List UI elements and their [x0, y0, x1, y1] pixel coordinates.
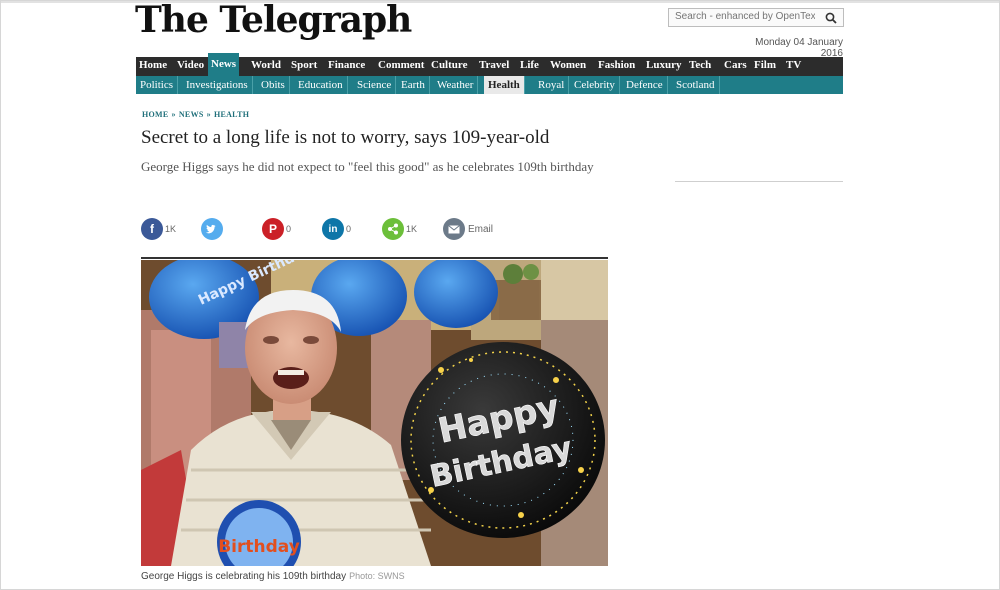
- nav-item-tv[interactable]: TV: [783, 57, 804, 76]
- nav-item-culture[interactable]: Culture: [428, 57, 470, 76]
- photo-top-rule: [141, 257, 608, 259]
- subnav-item-defence[interactable]: Defence: [622, 76, 668, 94]
- date-label: Monday 04 January 2016: [755, 37, 843, 59]
- photo-caption: George Higgs is celebrating his 109th bi…: [141, 571, 405, 582]
- search-icon[interactable]: [825, 12, 837, 24]
- nav-item-tech[interactable]: Tech: [686, 57, 714, 76]
- nav-item-home[interactable]: Home: [136, 57, 170, 76]
- facebook-count: 1K: [165, 224, 177, 234]
- email-icon[interactable]: [443, 218, 465, 240]
- facebook-icon[interactable]: f: [141, 218, 163, 240]
- nav-item-cars[interactable]: Cars: [721, 57, 750, 76]
- sidebar-divider: [675, 181, 843, 182]
- email-label: Email: [468, 223, 494, 235]
- nav-item-luxury[interactable]: Luxury: [643, 57, 684, 76]
- search-box[interactable]: [668, 8, 844, 27]
- share-twitter[interactable]: [201, 218, 223, 240]
- nav-item-world[interactable]: World: [248, 57, 284, 76]
- subnav-item-royal[interactable]: Royal: [534, 76, 570, 94]
- nav-item-sport[interactable]: Sport: [288, 57, 320, 76]
- share-count: 1K: [406, 224, 418, 234]
- badge-text: Birthday: [218, 537, 300, 557]
- share-facebook[interactable]: f 1K: [141, 218, 176, 240]
- article-photo[interactable]: Happy Birthday Birthday Happy Birthday: [141, 260, 608, 566]
- share-pinterest[interactable]: P 0: [262, 218, 291, 240]
- share-icon[interactable]: [382, 218, 404, 240]
- birthday-photo: Happy Birthday Birthday Happy Birthday: [141, 260, 608, 566]
- nav-item-travel[interactable]: Travel: [476, 57, 512, 76]
- linkedin-icon[interactable]: in: [322, 218, 344, 240]
- subnav-item-celebrity[interactable]: Celebrity: [570, 76, 620, 94]
- nav-item-news[interactable]: News: [208, 53, 240, 76]
- breadcrumb-health[interactable]: HEALTH: [214, 110, 249, 119]
- share-generic[interactable]: 1K: [382, 218, 417, 240]
- nav-item-fashion[interactable]: Fashion: [595, 57, 638, 76]
- secondary-nav: Politics Investigations Obits Education Scie…: [136, 76, 843, 94]
- breadcrumb: HOME» NEWS» HEALTH: [142, 110, 249, 119]
- primary-nav: Home Video News World Sport Finance Comment Cul…: [136, 53, 843, 76]
- subnav-item-scotland[interactable]: Scotland: [672, 76, 720, 94]
- breadcrumb-separator: »: [206, 110, 211, 119]
- nav-item-women[interactable]: Women: [547, 57, 589, 76]
- subnav-item-weather[interactable]: Weather: [433, 76, 479, 94]
- caption-credit: Photo: SWNS: [349, 571, 405, 581]
- subnav-item-obits[interactable]: Obits: [257, 76, 290, 94]
- search-input[interactable]: [669, 9, 815, 24]
- linkedin-count: 0: [346, 224, 352, 234]
- share-linkedin[interactable]: in 0: [322, 218, 351, 240]
- subnav-item-politics[interactable]: Politics: [136, 76, 179, 94]
- pinterest-count: 0: [286, 224, 292, 234]
- subnav-item-health[interactable]: Health: [484, 76, 525, 94]
- article-headline: Secret to a long life is not to worry, s…: [141, 127, 550, 148]
- subnav-item-investigations[interactable]: Investigations: [182, 76, 253, 94]
- subnav-item-education[interactable]: Education: [294, 76, 348, 94]
- subnav-item-science[interactable]: Science: [353, 76, 397, 94]
- breadcrumb-news[interactable]: NEWS: [179, 110, 204, 119]
- breadcrumb-separator: »: [171, 110, 176, 119]
- subnav-item-earth[interactable]: Earth: [397, 76, 430, 94]
- article-standfirst: George Higgs says he did not expect to "…: [141, 159, 594, 174]
- twitter-icon[interactable]: [201, 218, 223, 240]
- nav-item-video[interactable]: Video: [174, 57, 207, 76]
- caption-text: George Higgs is celebrating his 109th bi…: [141, 571, 347, 582]
- breadcrumb-home[interactable]: HOME: [142, 110, 169, 119]
- nav-item-life[interactable]: Life: [517, 57, 542, 76]
- nav-item-finance[interactable]: Finance: [325, 57, 368, 76]
- nav-item-comment[interactable]: Comment: [375, 57, 427, 76]
- pinterest-icon[interactable]: P: [262, 218, 284, 240]
- telegraph-logo[interactable]: The Telegraph: [135, 0, 412, 40]
- share-email[interactable]: Email: [443, 218, 493, 240]
- nav-item-film[interactable]: Film: [751, 57, 779, 76]
